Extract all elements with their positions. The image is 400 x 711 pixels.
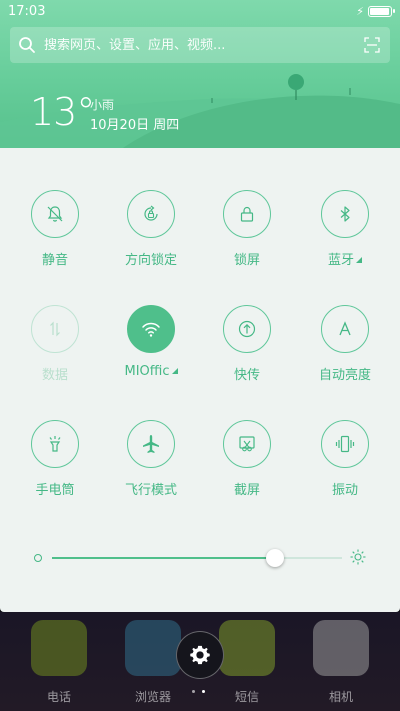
battery-icon [368, 5, 395, 17]
toggle-circle [127, 305, 175, 353]
page-indicator [192, 690, 205, 693]
toggle-vibrate[interactable]: 振动 [295, 420, 395, 520]
brightness-thumb[interactable] [266, 549, 285, 567]
toggle-flashlight[interactable]: 手电筒 [5, 420, 105, 520]
airplane-icon [143, 435, 159, 453]
brightness-fill [52, 557, 276, 559]
upload-icon [238, 320, 256, 338]
toggle-label: 手电筒 [35, 483, 75, 498]
toggle-wifi[interactable]: MIOffic [101, 305, 201, 405]
toggle-circle [321, 190, 369, 238]
toggle-airplane-mode[interactable]: 飞行模式 [101, 420, 201, 520]
toggle-label: 蓝牙 [295, 249, 395, 268]
dock-app-label: 电话 [46, 690, 71, 704]
toggle-quick-transfer[interactable]: 快传 [197, 305, 297, 405]
wifi-icon [142, 322, 160, 337]
data-arrows-icon [50, 321, 60, 337]
status-time: 17:03 [8, 3, 46, 19]
status-bar: 17:03 ⚡ [0, 0, 400, 22]
search-icon [19, 37, 35, 53]
camera-app-icon [313, 620, 369, 676]
toggle-circle [223, 420, 271, 468]
toggle-circle [223, 305, 271, 353]
toggle-auto-brightness[interactable]: 自动亮度 [295, 305, 395, 405]
toggle-label: 快传 [233, 368, 260, 383]
brightness-slider[interactable] [30, 546, 370, 570]
dock-app-label: 相机 [328, 690, 353, 704]
toggle-circle [321, 420, 369, 468]
toggle-circle [223, 190, 271, 238]
bell-off-icon [47, 206, 63, 222]
toggle-circle [321, 305, 369, 353]
battery-level [370, 7, 389, 15]
toggle-label: 飞行模式 [124, 483, 177, 498]
weather-condition: 小雨 [90, 98, 115, 112]
search-bar[interactable] [10, 27, 390, 63]
quick-settings-panel: 静音 方向锁定 锁屏 蓝牙 数据 MIOffic 快传 自动亮度 手电筒 飞行模… [0, 148, 400, 612]
toggle-label: 静音 [41, 253, 68, 268]
screenshot-icon [239, 436, 255, 452]
toggle-mobile-data[interactable]: 数据 [5, 305, 105, 405]
toggle-label: 方向锁定 [124, 253, 177, 268]
dock-app-label: 浏览器 [134, 690, 171, 704]
toggle-screenshot[interactable]: 截屏 [197, 420, 297, 520]
toggle-label-text: MIOffic [124, 364, 170, 379]
menu-triangle-icon [356, 257, 362, 263]
page-dot [192, 690, 195, 693]
dock-app-browser[interactable]: 浏览器 [124, 620, 182, 705]
search-input[interactable] [44, 37, 364, 53]
toggle-circle [31, 305, 79, 353]
dock-app-label: 短信 [234, 690, 259, 704]
flashlight-icon [49, 436, 61, 452]
weather-date: 10月20日 周四 [90, 118, 180, 133]
lock-icon [240, 206, 254, 222]
browser-app-icon [125, 620, 181, 676]
weather-header: 17:03 ⚡ 13° 小雨 10月20日 周四 [0, 0, 400, 148]
rotation-lock-icon [144, 205, 158, 221]
gear-icon [190, 645, 210, 665]
messages-app-icon [219, 620, 275, 676]
auto-brightness-icon [339, 321, 351, 336]
page-dot-active [202, 690, 205, 693]
toggle-rotation-lock[interactable]: 方向锁定 [101, 190, 201, 290]
toggle-mute[interactable]: 静音 [5, 190, 105, 290]
toggle-circle [127, 190, 175, 238]
brightness-low-icon [34, 554, 42, 562]
toggle-label: 数据 [41, 368, 68, 383]
toggle-lock-screen[interactable]: 锁屏 [197, 190, 297, 290]
toggle-circle [127, 420, 175, 468]
menu-triangle-icon [171, 368, 178, 374]
toggle-circle [31, 190, 79, 238]
toggle-label-text: 蓝牙 [327, 253, 354, 268]
temperature: 13° [30, 90, 95, 134]
toggle-bluetooth[interactable]: 蓝牙 [295, 190, 395, 290]
settings-button[interactable] [176, 631, 224, 679]
toggle-label: 振动 [331, 483, 358, 498]
brightness-track[interactable] [52, 557, 342, 559]
status-indicators: ⚡ [356, 4, 395, 18]
dock-app-camera[interactable]: 相机 [312, 620, 370, 705]
dock-app-messages[interactable]: 短信 [218, 620, 276, 705]
charging-icon: ⚡ [356, 4, 364, 18]
dock-app-phone[interactable]: 电话 [30, 620, 88, 705]
phone-app-icon [31, 620, 87, 676]
toggle-label: 锁屏 [233, 253, 260, 268]
toggle-label: 截屏 [233, 483, 260, 498]
toggle-label: MIOffic [101, 364, 201, 379]
toggle-label: 自动亮度 [318, 368, 371, 383]
brightness-high-icon [350, 549, 366, 565]
vibrate-icon [335, 435, 355, 453]
bluetooth-icon [340, 206, 350, 222]
toggle-circle [31, 420, 79, 468]
scan-icon[interactable] [364, 37, 380, 53]
